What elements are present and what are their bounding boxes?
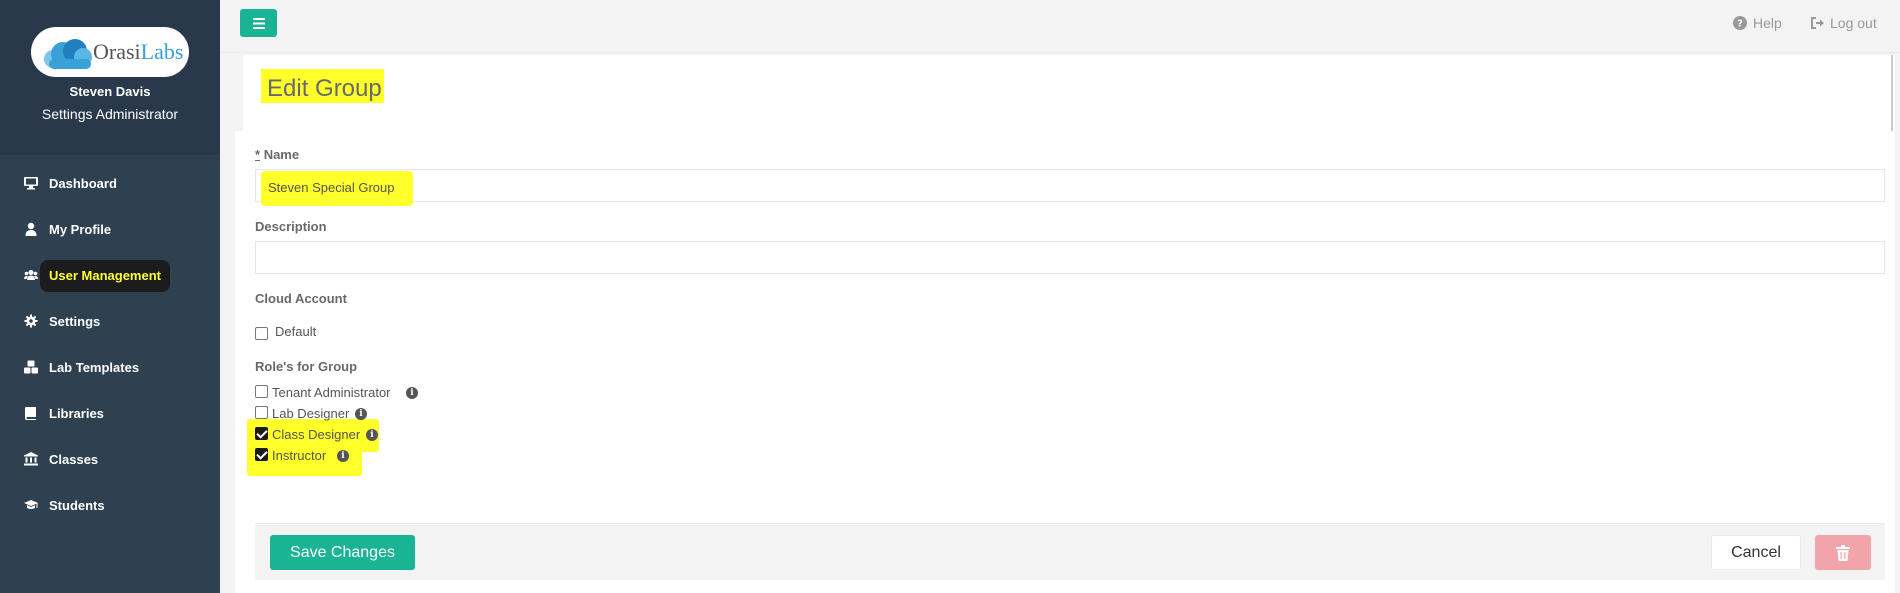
sidebar-item-label: Libraries: [49, 405, 104, 421]
question-circle-icon: ?: [1733, 16, 1747, 30]
save-changes-button[interactable]: Save Changes: [270, 535, 415, 570]
main-content: Edit Group: [220, 53, 1900, 593]
sidebar-item-label: User Management: [49, 267, 161, 283]
logout-link[interactable]: Log out: [1810, 15, 1877, 31]
cloud-account-default-checkbox[interactable]: [255, 327, 268, 340]
role-lab-designer-checkbox[interactable]: [255, 406, 268, 419]
cubes-icon: [24, 360, 38, 374]
cloud-account-label: Cloud Account: [255, 291, 347, 306]
hamburger-icon: [252, 17, 265, 29]
role-instructor-label: Instructor: [272, 448, 327, 463]
graduation-cap-icon: [24, 498, 38, 512]
sidebar-nav: Dashboard My Profile User Management Set…: [0, 160, 220, 528]
role-tenant-administrator-label: Tenant Administrator: [272, 385, 391, 400]
sidebar-item-label: Lab Templates: [49, 359, 140, 375]
role-tenant-administrator-checkbox[interactable]: [255, 385, 268, 398]
desktop-icon: [24, 176, 38, 190]
description-label: Description: [255, 219, 327, 234]
page-title: Edit Group: [267, 75, 382, 102]
delete-button[interactable]: [1815, 535, 1871, 570]
role-class-designer-label: Class Designer: [272, 427, 361, 442]
orasi-labs-logo[interactable]: OrasiLabs: [31, 27, 189, 77]
info-icon[interactable]: i: [406, 387, 418, 399]
role-instructor-checkbox[interactable]: [255, 448, 268, 461]
help-link[interactable]: ? Help: [1733, 15, 1782, 31]
role-lab-designer-label: Lab Designer: [272, 406, 350, 421]
sidebar-item-my-profile[interactable]: My Profile: [0, 206, 220, 252]
sidebar-item-classes[interactable]: Classes: [0, 436, 220, 482]
cloud-logo-icon: [44, 39, 92, 69]
name-label: * Name: [255, 147, 300, 162]
top-navbar: ? Help Log out: [220, 0, 1900, 53]
sidebar-item-label: My Profile: [49, 221, 112, 237]
university-icon: [24, 452, 38, 466]
sidebar-item-lab-templates[interactable]: Lab Templates: [0, 344, 220, 390]
info-icon[interactable]: i: [355, 408, 367, 420]
user-name: Steven Davis: [69, 84, 151, 99]
book-icon: [24, 406, 38, 420]
sidebar-profile: OrasiLabs Steven Davis Settings Administ…: [0, 0, 220, 155]
form-footer: Save Changes Cancel: [255, 523, 1885, 580]
sidebar-item-label: Students: [49, 497, 105, 513]
gear-icon: [24, 314, 38, 328]
info-icon[interactable]: i: [337, 450, 349, 462]
info-icon[interactable]: i: [366, 429, 378, 441]
description-field[interactable]: [255, 241, 1885, 274]
user-role: Settings Administrator: [41, 106, 179, 122]
sidebar-item-label: Classes: [49, 451, 99, 467]
roles-label: Role's for Group: [255, 359, 358, 374]
sidebar-item-libraries[interactable]: Libraries: [0, 390, 220, 436]
sign-out-icon: [1811, 17, 1824, 29]
page-header: Edit Group: [243, 55, 1895, 131]
user-icon: [24, 222, 38, 236]
menu-toggle-button[interactable]: [240, 9, 277, 37]
users-icon: [24, 268, 38, 282]
svg-text:?: ?: [1737, 19, 1743, 30]
name-field[interactable]: [255, 169, 1885, 202]
name-field-value: Steven Special Group: [268, 180, 395, 195]
sidebar-item-label: Settings: [49, 313, 101, 329]
sidebar: OrasiLabs Steven Davis Settings Administ…: [0, 0, 220, 593]
trash-icon: [1836, 544, 1850, 561]
sidebar-item-dashboard[interactable]: Dashboard: [0, 160, 220, 206]
logo-text: OrasiLabs: [93, 39, 184, 64]
sidebar-item-user-management[interactable]: User Management: [0, 252, 220, 298]
cloud-account-default-label: Default: [275, 324, 317, 339]
cancel-button[interactable]: Cancel: [1711, 535, 1801, 570]
role-class-designer-checkbox[interactable]: [255, 427, 268, 440]
scrollbar[interactable]: [1891, 55, 1893, 131]
sidebar-item-label: Dashboard: [49, 175, 117, 191]
sidebar-item-students[interactable]: Students: [0, 482, 220, 528]
sidebar-item-settings[interactable]: Settings: [0, 298, 220, 344]
